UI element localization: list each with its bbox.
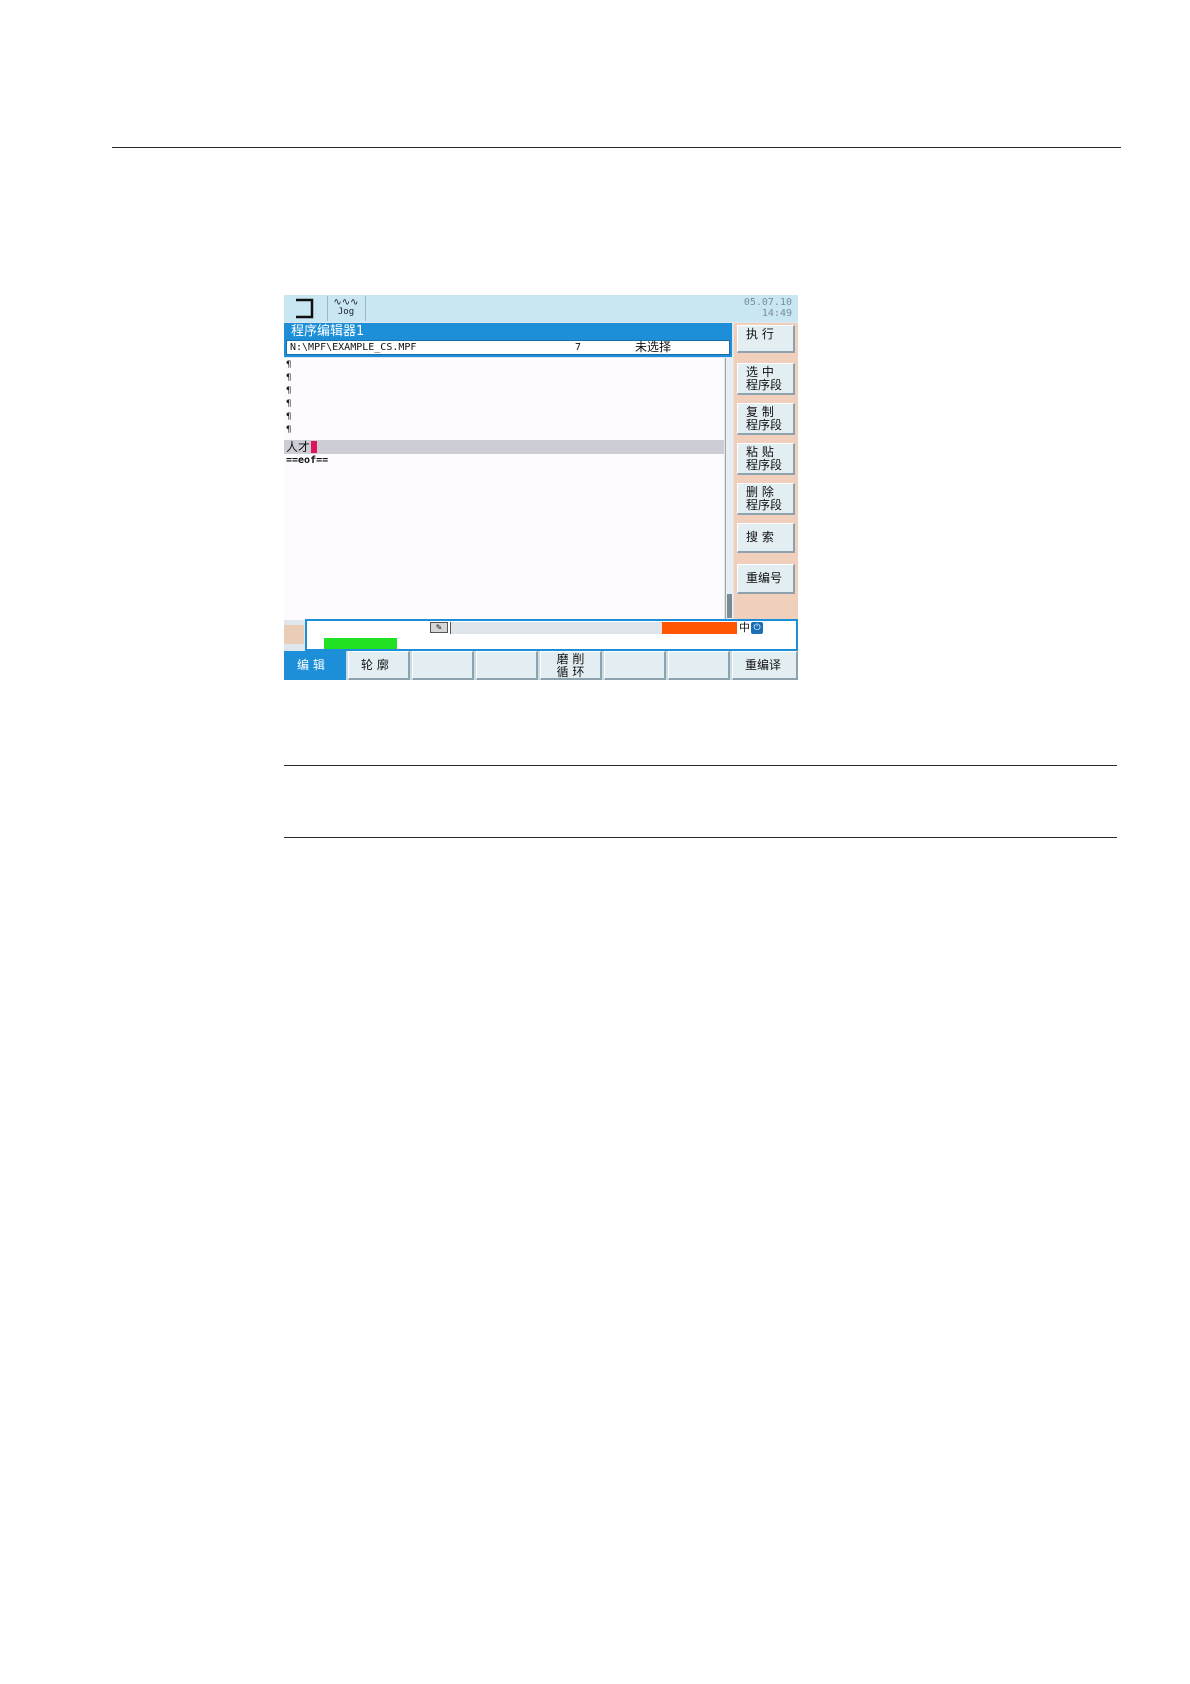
date: 05.07.10	[743, 297, 792, 308]
softkey-contour[interactable]: 轮 廓	[348, 651, 410, 680]
vertical-scrollbar[interactable]	[725, 358, 733, 620]
file-path: N:\MPF\EXAMPLE_CS.MPF	[290, 342, 417, 353]
program-line[interactable]: ¶	[286, 424, 291, 436]
time: 14:49	[761, 308, 792, 319]
jog-label: Jog	[337, 307, 355, 317]
softkey-empty-6[interactable]	[604, 651, 666, 680]
file-info-row: N:\MPF\EXAMPLE_CS.MPF 7 未选择	[286, 340, 730, 355]
softkey-empty-7[interactable]	[668, 651, 730, 680]
selection-status: 未选择	[635, 340, 672, 354]
input-language-indicator[interactable]: 中	[739, 621, 750, 635]
status-header: ∿∿∿ Jog 05.07.10 14:49	[284, 295, 798, 322]
hmi-screenshot: ∿∿∿ Jog 05.07.10 14:49 程序编辑器1 N:\MPF\EXA…	[284, 295, 798, 680]
program-line[interactable]: ¶	[286, 359, 291, 371]
softkey-paste-block[interactable]: 粘 贴程序段	[737, 443, 795, 475]
note-bottom-rule	[284, 837, 1117, 838]
editor-header: 程序编辑器1 N:\MPF\EXAMPLE_CS.MPF 7 未选择	[284, 323, 732, 357]
status-message-field	[450, 622, 663, 634]
jog-wave-icon: ∿∿∿	[333, 297, 359, 308]
left-panel-tab	[284, 625, 304, 644]
vertical-softkey-panel: 执 行 选 中程序段 复 制程序段 粘 贴程序段 删 除程序段 搜 索 重编号	[734, 323, 798, 643]
softkey-renumber[interactable]: 重编号	[737, 564, 795, 594]
program-line[interactable]: ¶	[286, 385, 291, 397]
page-top-rule	[112, 147, 1121, 148]
mode-bracket-icon	[284, 296, 328, 321]
softkey-delete-block[interactable]: 删 除程序段	[737, 483, 795, 515]
softkey-empty-3[interactable]	[412, 651, 474, 680]
program-line[interactable]: ¶	[286, 398, 291, 410]
text-cursor	[311, 441, 318, 453]
softkey-empty-4[interactable]	[476, 651, 538, 680]
status-indicator-green	[324, 638, 397, 649]
softkey-edit[interactable]: 编 辑	[284, 651, 346, 680]
line-count: 7	[575, 342, 582, 353]
end-of-file-marker: ==eof==	[286, 455, 329, 466]
program-line[interactable]: ¶	[286, 372, 291, 384]
softkey-copy-block[interactable]: 复 制程序段	[737, 403, 795, 435]
current-line-text: 人才	[286, 440, 318, 454]
date-time: 05.07.10 14:49	[744, 297, 792, 319]
edit-pencil-icon: ✎	[430, 622, 448, 633]
editor-title: 程序编辑器1	[291, 324, 365, 339]
softkey-recompile[interactable]: 重编译	[732, 651, 798, 680]
program-text-area[interactable]: ¶ ¶ ¶ ¶ ¶ ¶ 人才 ==eof==	[284, 358, 724, 620]
jog-mode-indicator: ∿∿∿ Jog	[327, 296, 366, 321]
softkey-search[interactable]: 搜 索	[737, 523, 795, 553]
softkey-grinding-cycle[interactable]: 磨 削循 环	[540, 651, 602, 680]
alarm-indicator-orange	[662, 622, 737, 634]
scrollbar-thumb[interactable]	[727, 594, 732, 618]
program-line[interactable]: ¶	[286, 411, 291, 423]
status-panel: ✎ 中 ⏻	[305, 619, 798, 651]
softkey-execute[interactable]: 执 行	[737, 325, 795, 353]
note-top-rule	[284, 765, 1117, 766]
power-icon: ⏻	[751, 622, 763, 634]
current-line[interactable]: 人才	[284, 440, 724, 454]
horizontal-softkey-bar: 编 辑 轮 廓 磨 削循 环 重编译	[284, 651, 798, 680]
softkey-select-block[interactable]: 选 中程序段	[737, 363, 795, 395]
